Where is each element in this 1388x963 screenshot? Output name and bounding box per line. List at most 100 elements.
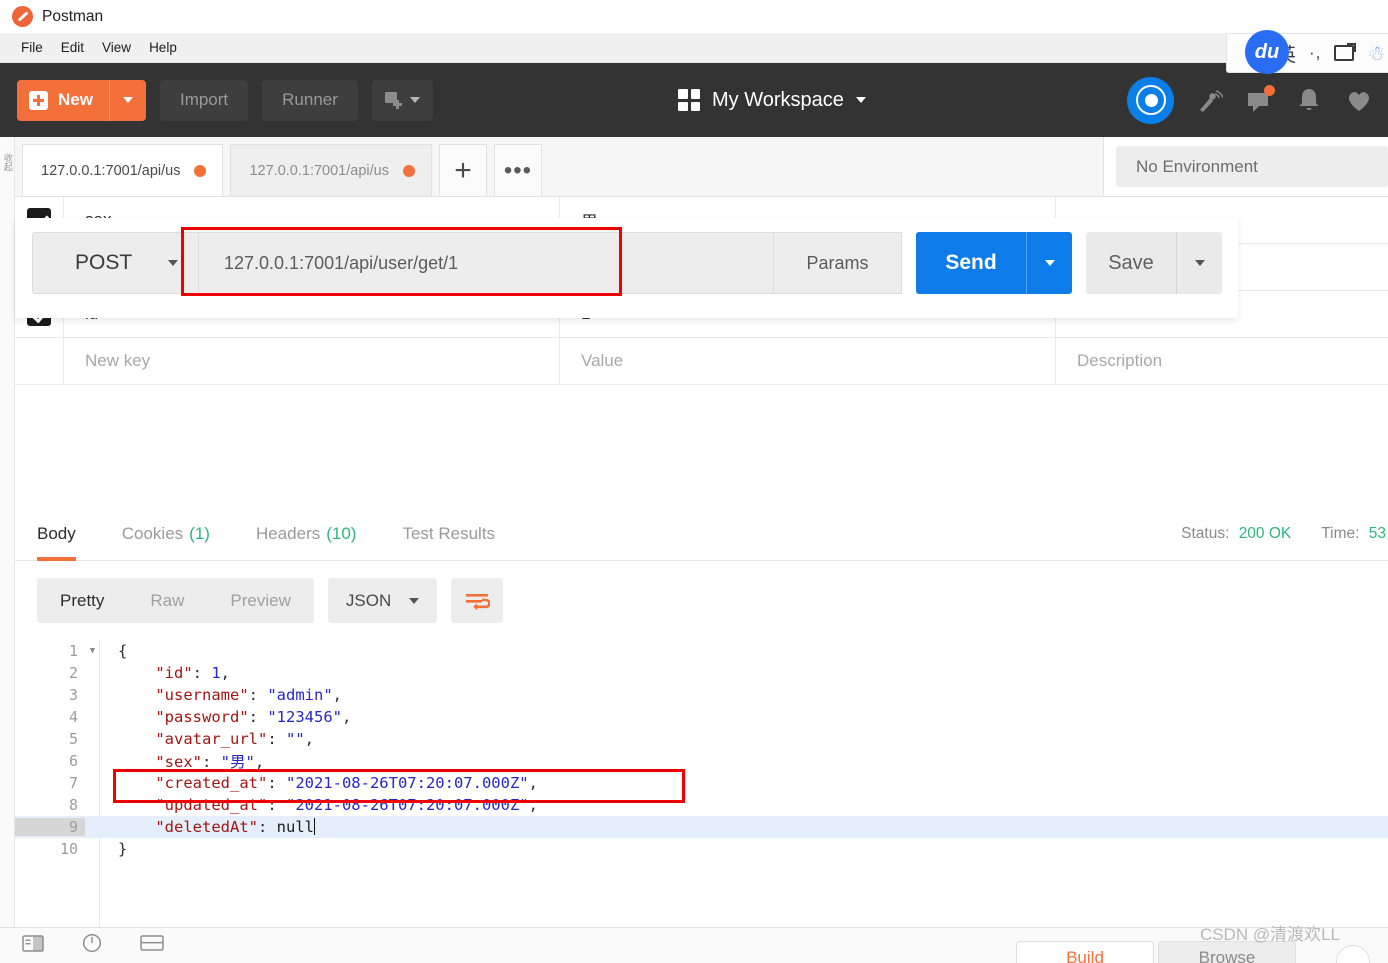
grid-icon	[678, 89, 700, 111]
person-icon[interactable]: ☃	[1367, 41, 1385, 66]
save-button-group[interactable]: Save	[1086, 232, 1222, 294]
word-wrap-button[interactable]	[451, 578, 504, 623]
request-tab-2[interactable]: 127.0.0.1:7001/api/us	[230, 144, 432, 196]
code-text: "id": 1,	[155, 664, 231, 682]
code-line: 4 "password": "123456",	[15, 706, 1388, 728]
workspace-label: My Workspace	[712, 88, 844, 111]
unsaved-dot-icon	[402, 164, 415, 177]
comment-icon[interactable]	[1244, 85, 1275, 115]
bell-icon[interactable]	[1294, 85, 1324, 115]
format-segmented-control[interactable]: Pretty Raw Preview	[37, 578, 314, 623]
menu-item-help[interactable]: Help	[140, 38, 186, 57]
help-icon[interactable]	[82, 933, 102, 958]
request-tab-label: 127.0.0.1:7001/api/us	[41, 162, 181, 179]
tab-body-label: Body	[37, 523, 76, 543]
title-bar: Postman	[0, 0, 1388, 33]
send-button[interactable]: Send	[916, 232, 1026, 294]
bootcamp-button[interactable]	[1336, 945, 1370, 963]
format-raw[interactable]: Raw	[127, 591, 207, 611]
satellite-icon[interactable]	[1194, 85, 1224, 115]
new-description-input[interactable]: Description	[1056, 338, 1388, 384]
chevron-down-icon	[409, 597, 420, 604]
chevron-down-icon	[122, 97, 133, 103]
save-dropdown-button[interactable]	[1176, 232, 1222, 294]
http-method-select[interactable]: POST	[32, 232, 199, 294]
new-dropdown-button[interactable]	[110, 80, 146, 121]
code-text: {	[118, 642, 128, 660]
code-text: "created_at": "2021-08-26T07:20:07.000Z"…	[155, 774, 538, 792]
table-row-new[interactable]: New key Value Description	[15, 338, 1388, 385]
environment-area: No Environment	[1103, 137, 1388, 197]
tab-headers-label: Headers	[255, 523, 321, 543]
layout-icon[interactable]	[140, 935, 164, 956]
environment-select[interactable]: No Environment	[1116, 146, 1388, 187]
import-button[interactable]: Import	[159, 79, 249, 121]
save-button[interactable]: Save	[1086, 232, 1176, 294]
code-text: "username": "admin",	[155, 686, 342, 704]
params-button[interactable]: Params	[774, 232, 902, 294]
http-method-label: POST	[75, 251, 133, 274]
response-meta: Status: 200 OK Time: 53	[1181, 507, 1388, 561]
new-value-input[interactable]: Value	[560, 338, 1056, 384]
line-number: 4	[68, 708, 78, 726]
tab-cookies-label: Cookies	[121, 523, 184, 543]
plus-icon	[29, 90, 48, 110]
code-line: 2 "id": 1,	[15, 662, 1388, 684]
code-text: "avatar_url": "",	[155, 730, 314, 748]
chevron-down-icon	[168, 260, 178, 266]
code-line: 8 "updated_at": "2021-08-26T07:20:07.000…	[15, 794, 1388, 816]
menu-item-edit[interactable]: Edit	[52, 38, 93, 57]
code-text: }	[118, 840, 128, 858]
status-value: 200 OK	[1238, 525, 1292, 542]
collapsed-sidebar[interactable]: 收起	[0, 137, 15, 927]
request-tab-1[interactable]: 127.0.0.1:7001/api/us	[22, 144, 224, 196]
request-url-panel: POST 127.0.0.1:7001/api/user/get/1 Param…	[15, 218, 1238, 318]
row-checkbox-cell[interactable]	[15, 338, 64, 384]
menu-item-view[interactable]: View	[93, 38, 140, 57]
tab-cookies-count: (1)	[189, 523, 210, 543]
new-window-button[interactable]	[371, 79, 433, 121]
ime-punctuation-toggle[interactable]: ·,	[1309, 43, 1321, 63]
code-line: 1 ▼ {	[15, 640, 1388, 662]
tab-test-results[interactable]: Test Results	[402, 507, 495, 561]
line-number: 2	[68, 664, 78, 682]
new-button-group[interactable]: New	[17, 79, 146, 121]
response-body-viewer[interactable]: 1 ▼{2 "id": 1, 3 "username": "admin", 4 "pa…	[15, 640, 1388, 927]
workspace-selector[interactable]: My Workspace	[678, 63, 866, 137]
status-label: Status:	[1181, 525, 1230, 542]
tab-headers[interactable]: Headers (10)	[256, 507, 357, 561]
format-preview[interactable]: Preview	[207, 591, 313, 611]
request-tab-label: 127.0.0.1:7001/api/us	[249, 162, 389, 179]
chevron-down-icon	[1194, 260, 1205, 266]
new-tab-button[interactable]: +	[438, 144, 487, 196]
keyboard-icon[interactable]	[1334, 43, 1357, 61]
send-button-group[interactable]: Send	[916, 232, 1072, 294]
new-key-input[interactable]: New key	[64, 338, 560, 384]
chevron-down-icon	[855, 97, 866, 103]
build-button[interactable]: Build	[1016, 941, 1154, 963]
send-dropdown-button[interactable]	[1026, 232, 1072, 294]
status-bar: Build Browse	[0, 927, 1388, 963]
baidu-ime-logo-icon[interactable]: du	[1245, 30, 1289, 74]
tab-options-button[interactable]: •••	[493, 144, 542, 196]
language-label: JSON	[345, 590, 392, 610]
format-pretty[interactable]: Pretty	[37, 591, 127, 611]
fold-toggle-icon[interactable]: ▼	[85, 646, 100, 656]
console-icon[interactable]	[22, 934, 44, 957]
line-number: 7	[68, 774, 78, 792]
json-code-block[interactable]: 1 ▼{2 "id": 1, 3 "username": "admin", 4 "pa…	[15, 640, 1388, 860]
heart-icon[interactable]	[1344, 85, 1374, 115]
sync-icon[interactable]	[1127, 76, 1174, 124]
new-button[interactable]: New	[17, 79, 110, 121]
language-select[interactable]: JSON	[327, 578, 438, 623]
postman-logo-icon	[12, 6, 33, 27]
tab-body[interactable]: Body	[37, 507, 76, 561]
code-line: 7 "created_at": "2021-08-26T07:20:07.000…	[15, 772, 1388, 794]
runner-button[interactable]: Runner	[262, 79, 358, 121]
tab-cookies[interactable]: Cookies (1)	[122, 507, 210, 561]
code-text: "deletedAt": null	[155, 818, 316, 836]
code-text: "password": "123456",	[155, 708, 352, 726]
line-number: 1	[68, 642, 78, 660]
request-url-input[interactable]: 127.0.0.1:7001/api/user/get/1	[199, 232, 774, 294]
menu-item-file[interactable]: File	[12, 38, 52, 57]
